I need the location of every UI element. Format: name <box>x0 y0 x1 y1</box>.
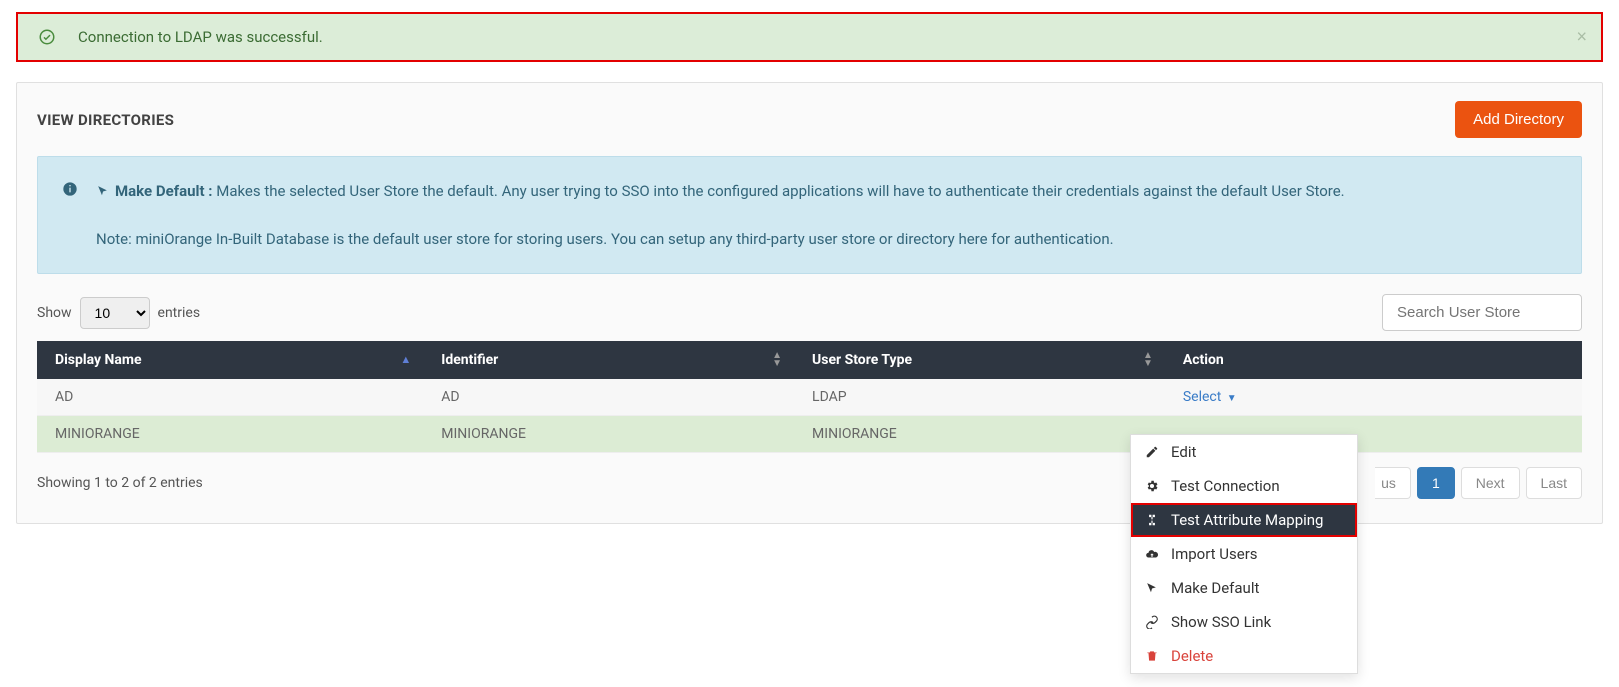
dropdown-test-connection[interactable]: Test Connection <box>1131 469 1357 503</box>
link-icon <box>1145 615 1161 629</box>
dropdown-import-users[interactable]: Import Users <box>1131 537 1357 571</box>
info-box: Make Default : Makes the selected User S… <box>37 156 1582 274</box>
col-user-store-type[interactable]: User Store Type ▲▼ <box>794 341 1165 379</box>
entries-select[interactable]: 10 <box>80 297 150 329</box>
show-label: Show <box>37 305 72 321</box>
action-dropdown: Edit Test Connection Test Attribute Mapp… <box>1130 434 1358 674</box>
info-note: Note: miniOrange In-Built Database is th… <box>96 227 1345 251</box>
check-circle-icon <box>38 28 56 46</box>
mapping-icon <box>1145 513 1161 527</box>
page-prev-partial[interactable]: us <box>1375 467 1411 499</box>
cell-identifier: AD <box>423 379 794 416</box>
caret-down-icon: ▼ <box>1224 393 1236 404</box>
entries-label: entries <box>158 305 201 321</box>
alert-message: Connection to LDAP was successful. <box>78 28 323 46</box>
table-info: Showing 1 to 2 of 2 entries <box>37 475 203 491</box>
search-input[interactable] <box>1382 294 1582 331</box>
sort-icon: ▲▼ <box>772 352 782 368</box>
info-bold-prefix: Make Default : <box>115 182 213 200</box>
add-directory-button[interactable]: Add Directory <box>1455 101 1582 138</box>
success-alert: Connection to LDAP was successful. × <box>16 12 1603 62</box>
gear-icon <box>1145 479 1161 493</box>
cell-type: LDAP <box>794 379 1165 416</box>
page-1[interactable]: 1 <box>1417 467 1455 499</box>
table-row: AD AD LDAP Select ▼ <box>37 379 1582 416</box>
col-display-name[interactable]: Display Name ▲ <box>37 341 423 379</box>
sort-asc-icon: ▲ <box>400 356 411 364</box>
cell-identifier: MINIORANGE <box>423 416 794 453</box>
dropdown-make-default[interactable]: Make Default <box>1131 571 1357 605</box>
dropdown-delete[interactable]: Delete <box>1131 639 1357 673</box>
alert-close-button[interactable]: × <box>1576 27 1587 48</box>
page-title: VIEW DIRECTORIES <box>37 111 174 129</box>
cursor-icon <box>1145 582 1161 595</box>
info-text: Makes the selected User Store the defaul… <box>213 182 1345 200</box>
dropdown-show-sso-link[interactable]: Show SSO Link <box>1131 605 1357 639</box>
dropdown-edit[interactable]: Edit <box>1131 435 1357 469</box>
col-identifier[interactable]: Identifier ▲▼ <box>423 341 794 379</box>
col-action: Action <box>1165 341 1582 379</box>
pagination: us 1 Next Last <box>1375 467 1582 499</box>
dropdown-test-attribute-mapping[interactable]: Test Attribute Mapping <box>1131 503 1357 537</box>
edit-icon <box>1145 445 1161 459</box>
select-action-link[interactable]: Select ▼ <box>1183 389 1237 405</box>
cursor-icon <box>96 181 109 205</box>
info-icon <box>62 181 78 251</box>
cell-display: MINIORANGE <box>37 416 423 453</box>
cell-display: AD <box>37 379 423 416</box>
sort-icon: ▲▼ <box>1143 352 1153 368</box>
cloud-upload-icon <box>1145 547 1161 561</box>
trash-icon <box>1145 649 1161 663</box>
cell-type: MINIORANGE <box>794 416 1165 453</box>
view-directories-card: VIEW DIRECTORIES Add Directory Make Defa… <box>16 82 1603 524</box>
page-next[interactable]: Next <box>1461 467 1520 499</box>
page-last[interactable]: Last <box>1526 467 1582 499</box>
